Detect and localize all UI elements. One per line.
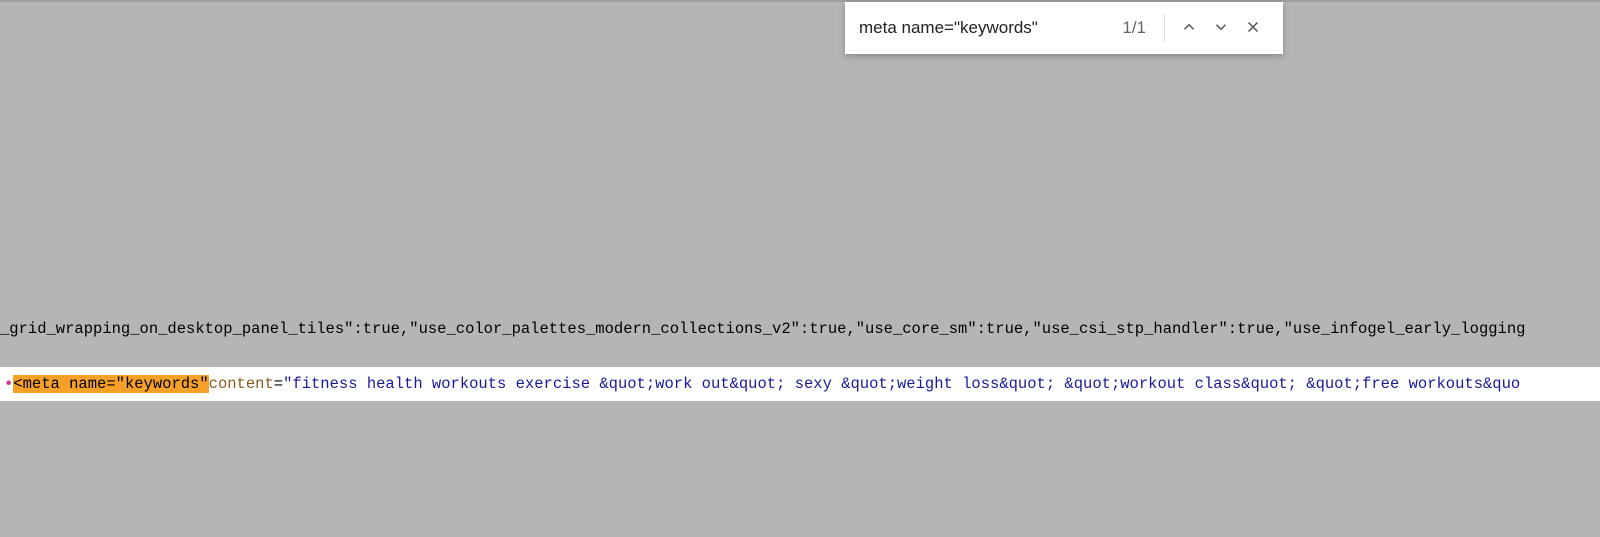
attr-content-value: "fitness health workouts exercise &quot;… (283, 375, 1520, 393)
chevron-down-icon (1212, 18, 1230, 39)
find-close-button[interactable] (1237, 12, 1269, 44)
find-next-button[interactable] (1205, 12, 1237, 44)
chevron-up-icon (1180, 18, 1198, 39)
find-match-highlight: <meta name="keywords" (13, 375, 208, 393)
find-divider (1164, 14, 1165, 42)
window-top-border (0, 0, 1600, 2)
find-in-page-bar: 1/1 (845, 2, 1283, 54)
source-line-1[interactable]: _grid_wrapping_on_desktop_panel_tiles":t… (0, 315, 1600, 343)
find-previous-button[interactable] (1173, 12, 1205, 44)
line-marker-icon: • (4, 375, 13, 393)
attr-content-name: content (209, 375, 274, 393)
find-input[interactable] (859, 18, 1112, 38)
source-line-2[interactable]: •<meta name="keywords" content="fitness … (0, 367, 1600, 401)
attr-equals: = (274, 375, 283, 393)
source-text: _grid_wrapping_on_desktop_panel_tiles":t… (0, 320, 1525, 338)
close-icon (1244, 18, 1262, 39)
find-match-count: 1/1 (1122, 18, 1146, 38)
